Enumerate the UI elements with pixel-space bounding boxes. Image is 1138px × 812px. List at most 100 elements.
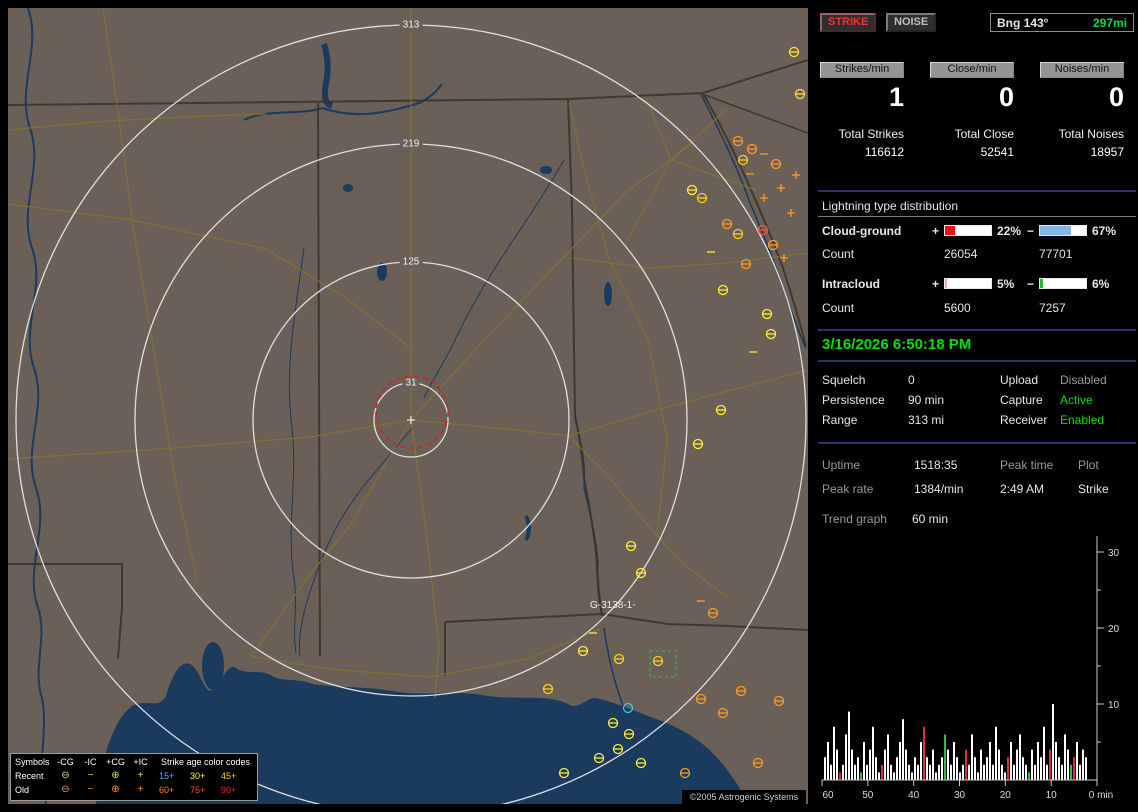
range-ring-label-125: 125 (400, 257, 423, 268)
noises-per-min-value: 0 (1040, 82, 1124, 112)
bearing-label: Bng 143° (997, 16, 1048, 30)
divider (818, 216, 1136, 217)
squelch-value: 0 (908, 373, 915, 387)
cg-negative-fill (1040, 226, 1071, 235)
map-canvas (8, 8, 808, 804)
age-code-90: 90+ (221, 785, 252, 795)
peak-rate-label: Peak rate (822, 482, 873, 496)
strikes-per-min-header[interactable]: Strikes/min (820, 62, 904, 78)
bearing-readout: Bng 143° 297mi (990, 13, 1134, 32)
datetime-display: 3/16/2026 6:50:18 PM (822, 336, 971, 353)
plot-value: Strike (1078, 482, 1109, 496)
range-value: 313 mi (908, 413, 944, 427)
age-code-30: 30+ (190, 771, 221, 781)
cg-count-label: Count (822, 247, 854, 261)
ic-count-label: Count (822, 301, 854, 315)
ic-pos-recent-icon: + (128, 771, 153, 781)
total-strikes-value: 116612 (820, 145, 904, 159)
bearing-range: 297mi (1093, 16, 1127, 30)
ic-negative-fill (1040, 279, 1043, 288)
cg-neg-recent-icon: ⊖ (53, 771, 78, 781)
strike-toggle-button[interactable]: STRIKE (820, 13, 876, 32)
plus-sign: + (932, 277, 939, 291)
ic-neg-old-icon: − (78, 785, 103, 795)
peak-time-value: 2:49 AM (1000, 482, 1044, 496)
ic-positive-count: 5600 (944, 301, 971, 315)
intracloud-label: Intracloud (822, 277, 880, 291)
capture-label: Capture (1000, 393, 1043, 407)
range-ring-label-219: 219 (400, 139, 423, 150)
legend-header-row: Symbols -CG -IC +CG +IC Strike age color… (11, 755, 257, 769)
receiver-label: Receiver (1000, 413, 1047, 427)
legend-col-cg-pos: +CG (103, 757, 128, 767)
capture-status: Active (1060, 393, 1093, 407)
cg-negative-count: 77701 (1039, 247, 1072, 261)
age-code-15: 15+ (159, 771, 190, 781)
range-ring-label-31: 31 (402, 378, 419, 389)
y-tick-20: 20 (1108, 624, 1120, 635)
total-noises-value: 18957 (1040, 145, 1124, 159)
uptime-label: Uptime (822, 458, 860, 472)
persistence-value: 90 min (908, 393, 944, 407)
ic-positive-fill (945, 279, 947, 288)
plus-sign: + (932, 224, 939, 238)
legend-col-cg-neg: -CG (53, 757, 78, 767)
cg-pos-recent-icon: ⊕ (103, 771, 128, 781)
squelch-label: Squelch (822, 373, 865, 387)
legend-recent-label: Recent (11, 771, 53, 781)
legend-recent-row: Recent ⊖ − ⊕ + 15+ 30+ 45+ (11, 769, 257, 783)
x-tick-40: 40 (908, 790, 920, 801)
cg-positive-count: 26054 (944, 247, 977, 261)
storm-cell-label: G-3138-1- (590, 600, 636, 611)
control-panel: STRIKE NOISE Bng 143° 297mi Strikes/min … (816, 0, 1138, 812)
age-code-60: 60+ (159, 785, 190, 795)
y-tick-10: 10 (1108, 700, 1120, 711)
map-legend: Symbols -CG -IC +CG +IC Strike age color… (10, 753, 258, 801)
peak-rate-value: 1384/min (914, 482, 963, 496)
ic-negative-bar (1039, 278, 1087, 289)
total-strikes-label: Total Strikes (820, 127, 904, 141)
strikes-per-min-value: 1 (820, 82, 904, 112)
divider (818, 360, 1136, 362)
distribution-title: Lightning type distribution (822, 199, 958, 213)
uptime-value: 1518:35 (914, 458, 957, 472)
legend-col-ic-neg: -IC (78, 757, 103, 767)
roads-layer (8, 8, 808, 698)
ic-negative-pct: 6% (1092, 277, 1109, 291)
y-tick-30: 30 (1108, 548, 1120, 559)
upload-status: Disabled (1060, 373, 1107, 387)
minus-sign: − (1027, 224, 1034, 238)
legend-col-ic-pos: +IC (128, 757, 153, 767)
x-tick-50: 50 (862, 790, 874, 801)
trend-bars-layer (824, 704, 1087, 780)
legend-old-row: Old ⊖ − ⊕ + 60+ 75+ 90+ (11, 783, 257, 797)
cg-pos-old-icon: ⊕ (103, 785, 128, 795)
legend-age-title: Strike age color codes (153, 757, 257, 767)
rivers-layer (26, 8, 806, 804)
divider (818, 329, 1136, 331)
cg-positive-fill (945, 226, 955, 235)
cg-negative-bar (1039, 225, 1087, 236)
receiver-status: Enabled (1060, 413, 1104, 427)
cg-positive-pct: 22% (997, 224, 1021, 238)
noise-toggle-button[interactable]: NOISE (886, 13, 936, 32)
lightning-map-viewport[interactable]: 313 219 125 31 G-3138-1- Symbols -CG -IC… (8, 8, 808, 804)
x-tick-10: 10 (1046, 790, 1058, 801)
ic-positive-bar (944, 278, 992, 289)
total-noises-label: Total Noises (1040, 127, 1124, 141)
legend-old-label: Old (11, 785, 53, 795)
x-tick-30: 30 (954, 790, 966, 801)
noises-per-min-header[interactable]: Noises/min (1040, 62, 1124, 78)
ic-neg-recent-icon: − (78, 771, 103, 781)
close-per-min-header[interactable]: Close/min (930, 62, 1014, 78)
copyright-label: ©2005 Astrogenic Systems (682, 790, 806, 804)
ic-pos-old-icon: + (128, 785, 153, 795)
minus-sign: − (1027, 277, 1034, 291)
cloud-ground-label: Cloud-ground (822, 224, 901, 238)
cg-positive-bar (944, 225, 992, 236)
total-close-value: 52541 (930, 145, 1014, 159)
age-code-45: 45+ (221, 771, 252, 781)
divider (818, 442, 1136, 444)
trend-graph-chart: 30 20 10 60 50 40 30 20 10 0 min (820, 528, 1130, 806)
trend-window-value: 60 min (912, 512, 948, 526)
